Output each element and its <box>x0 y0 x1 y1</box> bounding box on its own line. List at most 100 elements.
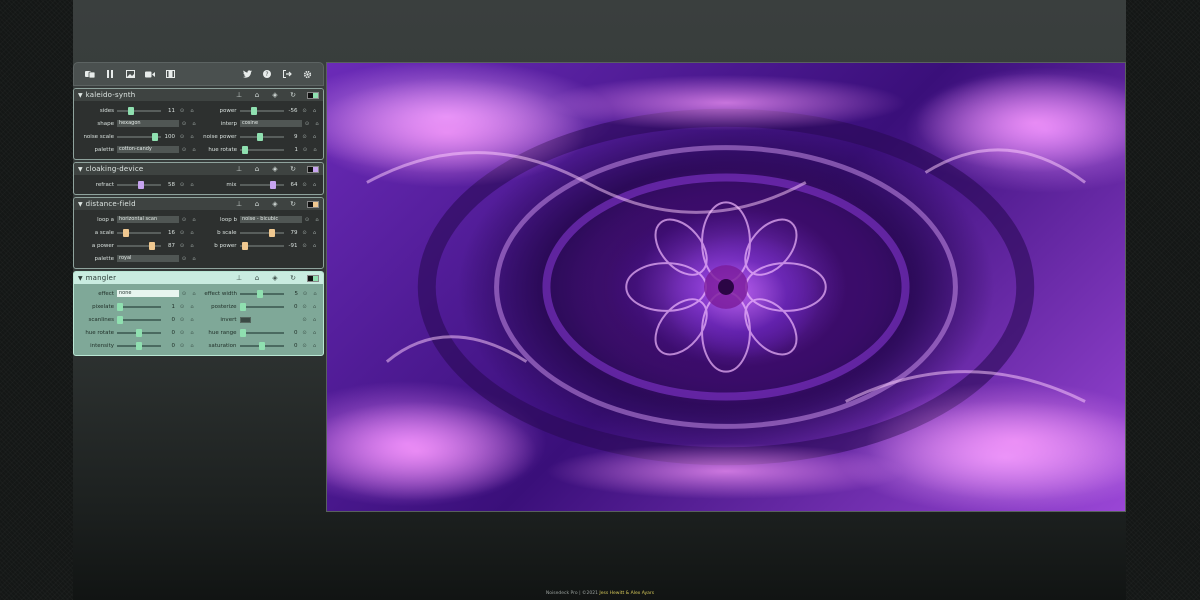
slider-thumb[interactable] <box>258 341 265 350</box>
pin-icon[interactable]: ⊥ <box>230 91 248 99</box>
lock-param-icon[interactable]: ⌂ <box>189 256 199 262</box>
pin-icon[interactable]: ⊥ <box>230 274 248 282</box>
randomize-param-icon[interactable]: ⊙ <box>177 330 187 336</box>
lock-param-icon[interactable]: ⌂ <box>187 304 197 310</box>
reset-icon[interactable]: ↻ <box>284 91 302 99</box>
lock-param-icon[interactable]: ⌂ <box>312 121 322 127</box>
randomize-param-icon[interactable]: ⊙ <box>302 121 312 127</box>
pin-icon[interactable]: ⊥ <box>230 165 248 173</box>
author-link-2[interactable]: Alex Ayars <box>631 591 655 596</box>
lock-param-icon[interactable]: ⌂ <box>189 217 199 223</box>
param-slider[interactable] <box>117 302 161 311</box>
lock-param-icon[interactable]: ⌂ <box>189 291 199 297</box>
param-slider[interactable] <box>239 328 284 337</box>
randomize-param-icon[interactable]: ⊙ <box>302 217 312 223</box>
randomize-param-icon[interactable]: ⊙ <box>177 304 187 310</box>
slider-thumb[interactable] <box>257 289 263 298</box>
twitter-icon[interactable] <box>237 64 257 84</box>
param-slider[interactable] <box>239 241 284 250</box>
param-slider[interactable] <box>240 289 284 298</box>
lock-param-icon[interactable]: ⌂ <box>310 108 320 114</box>
slider-thumb[interactable] <box>268 228 275 237</box>
pause-icon[interactable] <box>100 64 120 84</box>
reset-icon[interactable]: ↻ <box>284 200 302 208</box>
randomize-icon[interactable]: ◈ <box>266 165 284 173</box>
lock-param-icon[interactable]: ⌂ <box>187 182 197 188</box>
lock-param-icon[interactable]: ⌂ <box>310 330 320 336</box>
lock-param-icon[interactable]: ⌂ <box>310 243 320 249</box>
invert-toggle[interactable] <box>239 316 251 323</box>
lock-param-icon[interactable]: ⌂ <box>189 147 199 153</box>
slider-thumb[interactable] <box>149 241 155 250</box>
randomize-param-icon[interactable]: ⊙ <box>179 217 189 223</box>
param-slider[interactable] <box>239 106 284 115</box>
randomize-param-icon[interactable]: ⊙ <box>300 291 310 297</box>
lock-param-icon[interactable]: ⌂ <box>310 147 320 153</box>
slider-thumb[interactable] <box>152 132 158 141</box>
slider-thumb[interactable] <box>241 241 248 250</box>
lock-param-icon[interactable]: ⌂ <box>310 317 320 323</box>
slider-thumb[interactable] <box>256 132 263 141</box>
lock-param-icon[interactable]: ⌂ <box>189 121 199 127</box>
randomize-param-icon[interactable]: ⊙ <box>179 256 189 262</box>
lock-icon[interactable]: ⌂ <box>248 200 266 208</box>
param-select[interactable]: cosine <box>240 120 302 127</box>
lock-icon[interactable]: ⌂ <box>248 91 266 99</box>
slider-thumb[interactable] <box>138 180 144 189</box>
randomize-param-icon[interactable]: ⊙ <box>300 147 310 153</box>
lock-param-icon[interactable]: ⌂ <box>187 108 197 114</box>
slider-thumb[interactable] <box>242 145 248 154</box>
param-select[interactable]: royal <box>117 255 179 262</box>
lock-param-icon[interactable]: ⌂ <box>187 230 197 236</box>
reset-icon[interactable]: ↻ <box>284 165 302 173</box>
param-slider[interactable] <box>117 228 161 237</box>
render-canvas[interactable] <box>326 62 1126 512</box>
lock-icon[interactable]: ⌂ <box>248 274 266 282</box>
module-header[interactable]: ▼ distance-field ⊥ ⌂ ◈ ↻ <box>74 198 323 210</box>
module-header[interactable]: ▼ kaleido-synth ⊥ ⌂ ◈ ↻ <box>74 89 323 101</box>
param-slider[interactable] <box>239 341 284 350</box>
slider-thumb[interactable] <box>123 228 129 237</box>
lock-param-icon[interactable]: ⌂ <box>187 243 197 249</box>
slider-thumb[interactable] <box>117 302 123 311</box>
randomize-param-icon[interactable]: ⊙ <box>300 343 310 349</box>
lock-param-icon[interactable]: ⌂ <box>310 291 320 297</box>
lock-param-icon[interactable]: ⌂ <box>187 134 197 140</box>
param-slider[interactable] <box>240 145 284 154</box>
shuffle-icon[interactable] <box>80 64 100 84</box>
lock-param-icon[interactable]: ⌂ <box>187 343 197 349</box>
randomize-param-icon[interactable]: ⊙ <box>177 243 187 249</box>
lock-param-icon[interactable]: ⌂ <box>312 217 322 223</box>
param-slider[interactable] <box>117 106 161 115</box>
randomize-param-icon[interactable]: ⊙ <box>300 330 310 336</box>
randomize-param-icon[interactable]: ⊙ <box>179 291 189 297</box>
randomize-param-icon[interactable]: ⊙ <box>300 304 310 310</box>
lock-param-icon[interactable]: ⌂ <box>187 330 197 336</box>
randomize-icon[interactable]: ◈ <box>266 200 284 208</box>
randomize-param-icon[interactable]: ⊙ <box>300 182 310 188</box>
param-slider[interactable] <box>117 241 161 250</box>
settings-icon[interactable] <box>297 64 317 84</box>
slider-thumb[interactable] <box>239 302 246 311</box>
lock-param-icon[interactable]: ⌂ <box>310 134 320 140</box>
randomize-param-icon[interactable]: ⊙ <box>300 230 310 236</box>
module-enable-toggle[interactable] <box>307 200 319 208</box>
film-icon[interactable] <box>160 64 180 84</box>
param-select[interactable]: noise - bicubic <box>240 216 302 223</box>
lock-param-icon[interactable]: ⌂ <box>187 317 197 323</box>
sign-out-icon[interactable] <box>277 64 297 84</box>
randomize-param-icon[interactable]: ⊙ <box>177 182 187 188</box>
slider-thumb[interactable] <box>117 315 123 324</box>
author-link-1[interactable]: Jess Hewitt <box>599 591 624 596</box>
image-icon[interactable] <box>120 64 140 84</box>
randomize-param-icon[interactable]: ⊙ <box>179 121 189 127</box>
slider-thumb[interactable] <box>128 106 134 115</box>
module-header[interactable]: ▼ cloaking-device ⊥ ⌂ ◈ ↻ <box>74 163 323 175</box>
lock-icon[interactable]: ⌂ <box>248 165 266 173</box>
randomize-param-icon[interactable]: ⊙ <box>177 108 187 114</box>
randomize-icon[interactable]: ◈ <box>266 91 284 99</box>
randomize-icon[interactable]: ◈ <box>266 274 284 282</box>
slider-thumb[interactable] <box>269 180 276 189</box>
module-enable-toggle[interactable] <box>307 274 319 282</box>
module-enable-toggle[interactable] <box>307 91 319 99</box>
